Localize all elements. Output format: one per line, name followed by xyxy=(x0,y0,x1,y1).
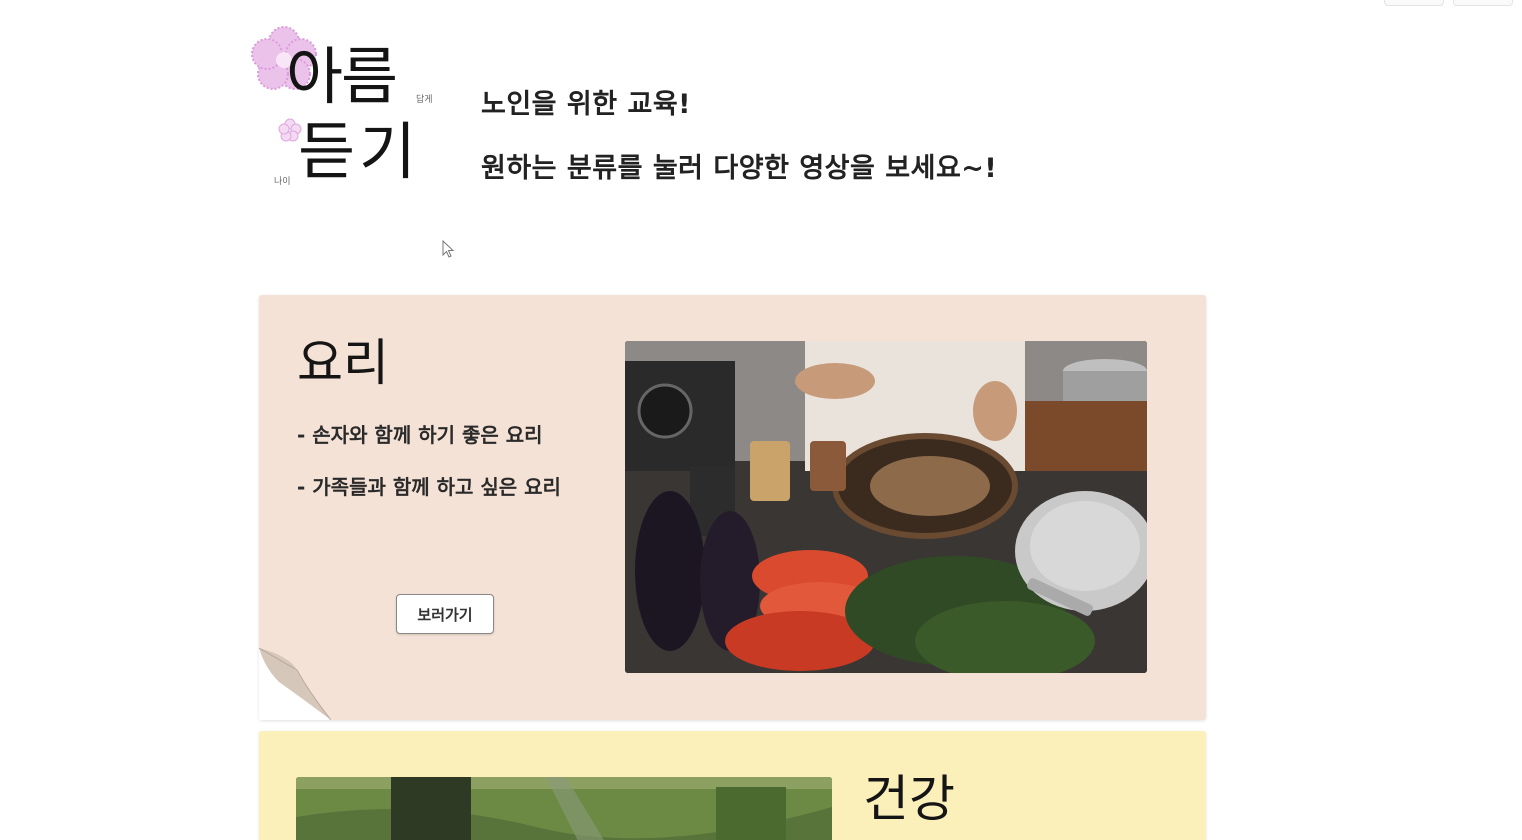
tagline-main: 노인을 위한 교육! xyxy=(481,89,691,120)
top-control-1[interactable] xyxy=(1384,0,1444,6)
mouse-cursor-icon xyxy=(442,240,455,258)
top-control-2[interactable] xyxy=(1453,0,1513,6)
tagline-sub: 원하는 분류를 눌러 다양한 영상을 보세요~! xyxy=(481,153,998,184)
cooking-item-2: - 가족들과 함께 하고 싶은 요리 xyxy=(297,475,561,499)
category-title-cooking: 요리 xyxy=(297,334,389,392)
page: 아름 답게 듣기 나이 노인을 위한 교육! 원하는 분류를 눌러 다양한 영상… xyxy=(0,0,1522,840)
category-card-cooking[interactable]: 요리 - 손자와 함께 하기 좋은 요리 - 가족들과 함께 하고 싶은 요리 … xyxy=(259,295,1206,720)
category-card-health[interactable]: 건강 xyxy=(259,731,1206,840)
logo-text-line1: 아름 xyxy=(286,40,398,113)
logo-text-line2: 듣기 xyxy=(298,115,421,188)
logo-small-text-left: 나이 xyxy=(274,177,291,187)
health-photo xyxy=(296,777,832,840)
cooking-photo xyxy=(625,341,1147,673)
cooking-go-button[interactable]: 보러가기 xyxy=(396,594,494,634)
logo-small-text-right: 답게 xyxy=(416,95,433,105)
cooking-item-1: - 손자와 함께 하기 좋은 요리 xyxy=(297,423,543,447)
page-curl-decoration xyxy=(259,648,331,720)
category-title-health: 건강 xyxy=(863,770,955,828)
site-logo[interactable]: 아름 답게 듣기 나이 xyxy=(246,22,446,197)
